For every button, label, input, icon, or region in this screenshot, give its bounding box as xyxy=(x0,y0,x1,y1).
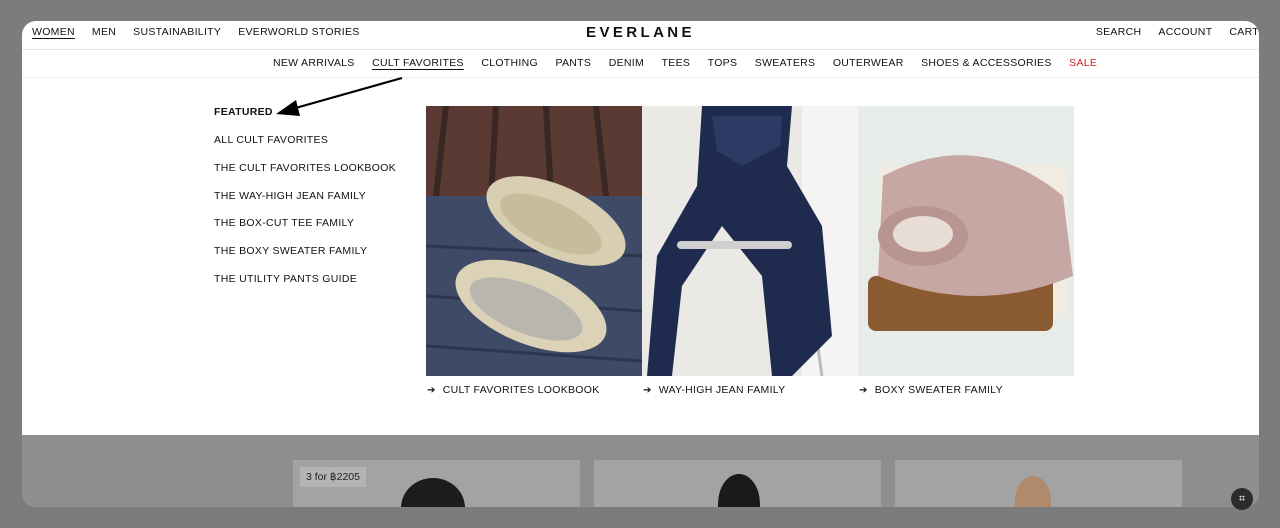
product-card[interactable] xyxy=(895,460,1182,507)
jeans-image[interactable] xyxy=(642,106,858,376)
link-way-high-jean-family[interactable]: THE WAY-HIGH JEAN FAMILY xyxy=(214,190,396,218)
product-card[interactable]: 3 for ฿2205 xyxy=(293,460,580,507)
link-utility-pants-guide[interactable]: THE UTILITY PANTS GUIDE xyxy=(214,273,396,301)
category-denim[interactable]: DENIM xyxy=(609,57,644,69)
link-box-cut-tee-family[interactable]: THE BOX-CUT TEE FAMILY xyxy=(214,217,396,245)
promo-badge: 3 for ฿2205 xyxy=(300,467,366,487)
featured-links: ALL CULT FAVORITES THE CULT FAVORITES LO… xyxy=(214,134,396,301)
caption-cult-favorites-lookbook[interactable]: ➔ CULT FAVORITES LOOKBOOK xyxy=(426,384,642,396)
model-photo xyxy=(401,478,465,507)
nav-women[interactable]: WOMEN xyxy=(32,26,75,38)
arrow-right-icon: ➔ xyxy=(859,384,868,396)
caption-label: CULT FAVORITES LOOKBOOK xyxy=(442,384,600,396)
utility-nav: SEARCH ACCOUNT CART xyxy=(1096,26,1259,38)
everlane-logo[interactable]: EVERLANE xyxy=(586,24,695,41)
nav-sustainability[interactable]: SUSTAINABILITY xyxy=(133,26,221,38)
category-shoes-accessories[interactable]: SHOES & ACCESSORIES xyxy=(921,57,1052,69)
category-cult-favorites[interactable]: CULT FAVORITES xyxy=(372,57,464,69)
dimmed-page-content: 3 for ฿2205 xyxy=(22,435,1259,507)
browser-window: WOMEN MEN SUSTAINABILITY EVERWORLD STORI… xyxy=(22,21,1259,507)
category-outerwear[interactable]: OUTERWEAR xyxy=(833,57,904,69)
ballet-flats-image[interactable] xyxy=(426,106,642,376)
category-pants[interactable]: PANTS xyxy=(555,57,591,69)
card-boxy-sweater[interactable]: ➔ BOXY SWEATER FAMILY xyxy=(858,106,1074,396)
card-lookbook[interactable]: ➔ CULT FAVORITES LOOKBOOK xyxy=(426,106,642,396)
search-link[interactable]: SEARCH xyxy=(1096,26,1142,38)
cart-link[interactable]: CART xyxy=(1229,26,1259,38)
category-clothing[interactable]: CLOTHING xyxy=(481,57,538,69)
annotation-arrow xyxy=(276,76,403,116)
account-link[interactable]: ACCOUNT xyxy=(1158,26,1212,38)
category-tees[interactable]: TEES xyxy=(662,57,691,69)
screenshot-scan-icon[interactable]: ⌗ xyxy=(1231,488,1253,510)
link-all-cult-favorites[interactable]: ALL CULT FAVORITES xyxy=(214,134,396,162)
sweaters-image[interactable] xyxy=(858,106,1074,376)
nav-everworld-stories[interactable]: EVERWORLD STORIES xyxy=(238,26,359,38)
category-sweaters[interactable]: SWEATERS xyxy=(755,57,816,69)
card-way-high-jean[interactable]: ➔ WAY-HIGH JEAN FAMILY xyxy=(642,106,858,396)
caption-label: WAY-HIGH JEAN FAMILY xyxy=(658,384,786,396)
arrow-right-icon: ➔ xyxy=(643,384,652,396)
category-sale[interactable]: SALE xyxy=(1069,57,1097,69)
model-photo xyxy=(718,474,760,507)
category-tops[interactable]: TOPS xyxy=(708,57,738,69)
caption-way-high-jean-family[interactable]: ➔ WAY-HIGH JEAN FAMILY xyxy=(642,384,858,396)
product-card[interactable] xyxy=(594,460,881,507)
category-new-arrivals[interactable]: NEW ARRIVALS xyxy=(273,57,355,69)
nav-men[interactable]: MEN xyxy=(92,26,116,38)
link-cult-favorites-lookbook[interactable]: THE CULT FAVORITES LOOKBOOK xyxy=(214,162,396,190)
category-nav: NEW ARRIVALS CULT FAVORITES CLOTHING PAN… xyxy=(22,50,1259,78)
featured-cards: ➔ CULT FAVORITES LOOKBOOK ➔ WAY-HIGH JEA… xyxy=(426,106,1074,396)
featured-heading: FEATURED xyxy=(214,106,273,118)
link-boxy-sweater-family[interactable]: THE BOXY SWEATER FAMILY xyxy=(214,245,396,273)
arrow-right-icon: ➔ xyxy=(427,384,436,396)
caption-label: BOXY SWEATER FAMILY xyxy=(874,384,1003,396)
caption-boxy-sweater-family[interactable]: ➔ BOXY SWEATER FAMILY xyxy=(858,384,1074,396)
primary-nav: WOMEN MEN SUSTAINABILITY EVERWORLD STORI… xyxy=(32,26,360,38)
top-header: WOMEN MEN SUSTAINABILITY EVERWORLD STORI… xyxy=(22,21,1259,50)
model-photo xyxy=(1015,476,1051,507)
